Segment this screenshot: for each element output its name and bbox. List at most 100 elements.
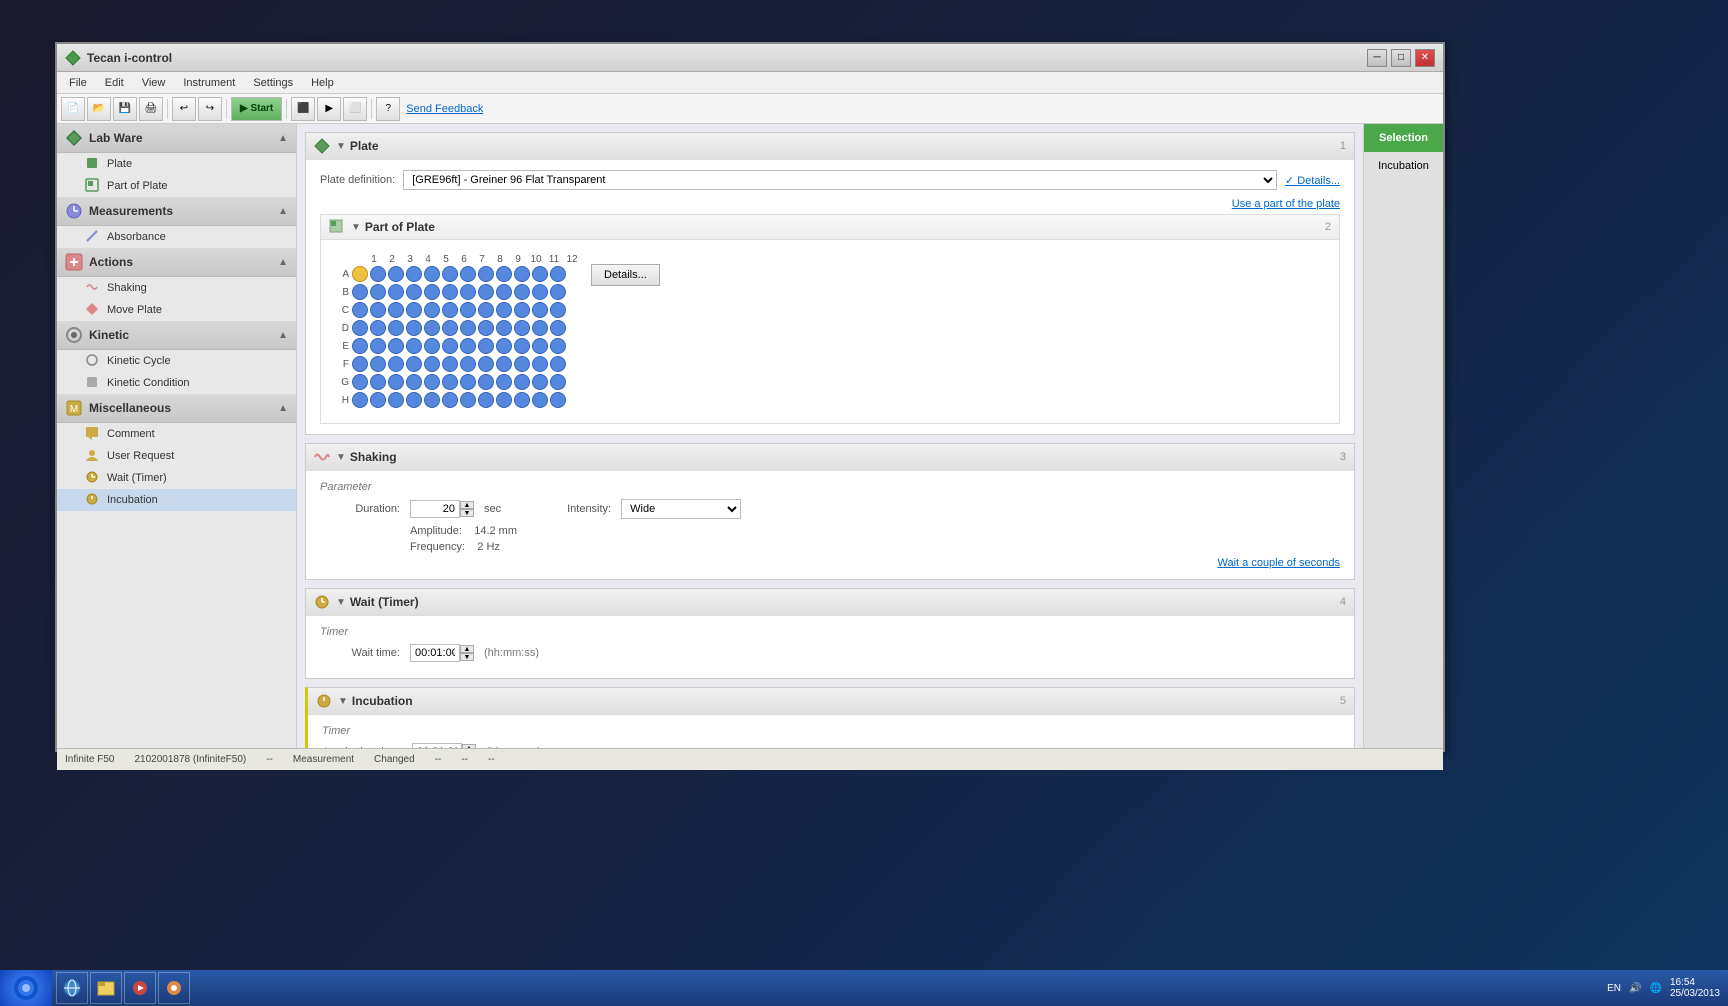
menu-instrument[interactable]: Instrument: [175, 75, 243, 91]
sidebar-item-incubation[interactable]: Incubation: [57, 489, 296, 511]
taskbar-ie[interactable]: [56, 972, 88, 1004]
well-A11[interactable]: [532, 266, 548, 282]
start-button[interactable]: ▶ Start: [231, 97, 282, 121]
toolbar-open[interactable]: 📂: [87, 97, 111, 121]
well-B4[interactable]: [406, 284, 422, 300]
plate-collapse-arrow[interactable]: ▼: [336, 141, 346, 152]
sidebar-header-measurements[interactable]: Measurements ▲: [57, 197, 296, 226]
well-B11[interactable]: [532, 284, 548, 300]
well-E1[interactable]: [352, 338, 368, 354]
well-B8[interactable]: [478, 284, 494, 300]
well-F1[interactable]: [352, 356, 368, 372]
well-E2[interactable]: [370, 338, 386, 354]
well-F4[interactable]: [406, 356, 422, 372]
well-A6[interactable]: [442, 266, 458, 282]
minimize-button[interactable]: ─: [1367, 49, 1387, 67]
well-H8[interactable]: [478, 392, 494, 408]
well-E5[interactable]: [424, 338, 440, 354]
well-G12[interactable]: [550, 374, 566, 390]
sidebar-item-absorbance[interactable]: Absorbance: [57, 226, 296, 248]
restore-button[interactable]: □: [1391, 49, 1411, 67]
well-E6[interactable]: [442, 338, 458, 354]
well-A8[interactable]: [478, 266, 494, 282]
well-F10[interactable]: [514, 356, 530, 372]
well-E9[interactable]: [496, 338, 512, 354]
well-H7[interactable]: [460, 392, 476, 408]
toolbar-save[interactable]: 💾: [113, 97, 137, 121]
well-B7[interactable]: [460, 284, 476, 300]
wait-collapse-arrow[interactable]: ▼: [336, 597, 346, 608]
well-D11[interactable]: [532, 320, 548, 336]
menu-edit[interactable]: Edit: [97, 75, 132, 91]
sidebar-header-misc[interactable]: M Miscellaneous ▲: [57, 394, 296, 423]
menu-settings[interactable]: Settings: [245, 75, 301, 91]
well-H11[interactable]: [532, 392, 548, 408]
toolbar-print[interactable]: 🖨: [139, 97, 163, 121]
well-H4[interactable]: [406, 392, 422, 408]
well-E12[interactable]: [550, 338, 566, 354]
sidebar-header-actions[interactable]: Actions ▲: [57, 248, 296, 277]
incubation-time-input[interactable]: [412, 743, 462, 748]
well-E11[interactable]: [532, 338, 548, 354]
well-D4[interactable]: [406, 320, 422, 336]
well-F9[interactable]: [496, 356, 512, 372]
well-C5[interactable]: [424, 302, 440, 318]
well-C8[interactable]: [478, 302, 494, 318]
well-D5[interactable]: [424, 320, 440, 336]
well-C1[interactable]: [352, 302, 368, 318]
part-details-button[interactable]: Details...: [591, 264, 660, 286]
well-C2[interactable]: [370, 302, 386, 318]
well-A12[interactable]: [550, 266, 566, 282]
tab-selection[interactable]: Selection: [1364, 124, 1443, 152]
well-A5[interactable]: [424, 266, 440, 282]
use-part-link[interactable]: Use a part of the plate: [320, 198, 1340, 210]
well-G10[interactable]: [514, 374, 530, 390]
well-C3[interactable]: [388, 302, 404, 318]
well-C6[interactable]: [442, 302, 458, 318]
sidebar-header-labware[interactable]: Lab Ware ▲: [57, 124, 296, 153]
incubation-collapse-arrow[interactable]: ▼: [338, 696, 348, 707]
well-G2[interactable]: [370, 374, 386, 390]
menu-view[interactable]: View: [134, 75, 174, 91]
well-C10[interactable]: [514, 302, 530, 318]
plate-definition-select[interactable]: [GRE96ft] - Greiner 96 Flat Transparent: [403, 170, 1277, 190]
well-F8[interactable]: [478, 356, 494, 372]
sidebar-item-move-plate[interactable]: Move Plate: [57, 299, 296, 321]
well-G1[interactable]: [352, 374, 368, 390]
toolbar-help[interactable]: ?: [376, 97, 400, 121]
wait-down[interactable]: ▼: [460, 653, 474, 661]
well-A7[interactable]: [460, 266, 476, 282]
well-D8[interactable]: [478, 320, 494, 336]
well-H1[interactable]: [352, 392, 368, 408]
well-H5[interactable]: [424, 392, 440, 408]
duration-input[interactable]: [410, 500, 460, 518]
well-A9[interactable]: [496, 266, 512, 282]
sidebar-item-kinetic-cycle[interactable]: Kinetic Cycle: [57, 350, 296, 372]
wait-time-input[interactable]: [410, 644, 460, 662]
sidebar-item-plate[interactable]: Plate: [57, 153, 296, 175]
start-orb[interactable]: [0, 970, 52, 1006]
duration-down[interactable]: ▼: [460, 509, 474, 517]
well-D6[interactable]: [442, 320, 458, 336]
sidebar-header-kinetic[interactable]: Kinetic ▲: [57, 321, 296, 350]
well-E3[interactable]: [388, 338, 404, 354]
well-D9[interactable]: [496, 320, 512, 336]
part-collapse-arrow[interactable]: ▼: [351, 222, 361, 233]
plate-details-link[interactable]: ✓ Details...: [1285, 174, 1340, 187]
well-C11[interactable]: [532, 302, 548, 318]
well-G5[interactable]: [424, 374, 440, 390]
toolbar-btn3[interactable]: ⬜: [343, 97, 367, 121]
well-G11[interactable]: [532, 374, 548, 390]
wait-couple-link[interactable]: Wait a couple of seconds: [320, 557, 1340, 569]
well-B10[interactable]: [514, 284, 530, 300]
sidebar-item-kinetic-condition[interactable]: Kinetic Condition: [57, 372, 296, 394]
well-D10[interactable]: [514, 320, 530, 336]
intensity-select[interactable]: Wide Orbital Linear: [621, 499, 741, 519]
well-F3[interactable]: [388, 356, 404, 372]
well-B1[interactable]: [352, 284, 368, 300]
well-D7[interactable]: [460, 320, 476, 336]
sidebar-item-part-of-plate[interactable]: Part of Plate: [57, 175, 296, 197]
well-F5[interactable]: [424, 356, 440, 372]
toolbar-new[interactable]: 📄: [61, 97, 85, 121]
well-G3[interactable]: [388, 374, 404, 390]
